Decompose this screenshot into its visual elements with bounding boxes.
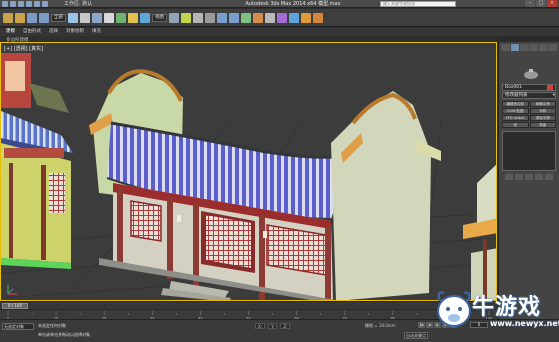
x-coordinate[interactable]: X: [255, 323, 266, 329]
modifier-buttons: 编辑多边形 网格平滑 UVW 贴图 对称 FFD 4x4x4 涡轮平滑 壳 弯曲 [502, 101, 556, 128]
object-color-swatch[interactable] [547, 85, 553, 90]
watermark-logo-icon [437, 291, 471, 327]
scale-icon[interactable] [140, 12, 150, 23]
viewport-label[interactable]: [+] [透视] [真实] [4, 45, 43, 52]
watermark-url: www.newyx.net [490, 319, 559, 328]
watermark-brand: 牛游戏 [472, 295, 542, 320]
make-unique-icon[interactable] [525, 174, 533, 180]
selection-filter-dropdown[interactable]: 全部 [51, 13, 66, 22]
reference-coordinate-dropdown[interactable]: 视图 [152, 13, 167, 22]
display-tab[interactable] [539, 44, 548, 51]
rotate-icon[interactable] [128, 12, 138, 23]
selection-status: 无选定对象 [2, 323, 34, 330]
tab-selection[interactable]: 选择 [49, 28, 58, 36]
quick-access-toolbar [2, 1, 48, 7]
app-menu-icon[interactable] [2, 1, 8, 7]
main-building [89, 69, 441, 300]
watermark: 牛游戏 www.newyx.net [432, 283, 559, 338]
material-editor-icon[interactable] [277, 12, 287, 23]
z-coordinate[interactable]: Z: [280, 323, 291, 329]
modifier-button[interactable]: 涡轮平滑 [529, 115, 556, 121]
title-bar: 工作区: 默认 Autodesk 3ds Max 2014 x64 模型.max… [0, 0, 559, 8]
perspective-viewport[interactable]: [+] [透视] [真实] [0, 42, 497, 301]
angle-snap-icon[interactable] [193, 12, 203, 23]
object-name-field[interactable]: Box001 [502, 84, 556, 91]
new-file-icon[interactable] [10, 1, 16, 7]
tab-populate[interactable]: 填充 [92, 28, 101, 36]
render-icon[interactable] [301, 12, 311, 23]
mirror-icon[interactable] [217, 12, 227, 23]
go-to-start-icon[interactable]: |◂ [418, 322, 425, 328]
chevron-down-icon: ▾ [552, 93, 555, 98]
modifier-button[interactable]: 网格平滑 [529, 101, 556, 107]
motion-tab[interactable] [529, 44, 538, 51]
left-building [1, 53, 73, 269]
close-button[interactable]: × [547, 0, 557, 7]
show-end-result-icon[interactable] [515, 174, 523, 180]
configure-sets-icon[interactable] [545, 174, 553, 180]
window-crossing-icon[interactable] [104, 12, 114, 23]
axis-gizmo-icon [7, 285, 17, 295]
layer-icon[interactable] [241, 12, 251, 23]
select-by-name-icon[interactable] [80, 12, 90, 23]
hierarchy-tab[interactable] [520, 44, 529, 51]
prompt-line-2: 单击或单击并拖动以选择对象 [38, 332, 90, 337]
ribbon-tabs: 建模 自由形式 选择 对象绘制 填充 [0, 28, 559, 37]
auto-key-button[interactable]: 自动关键点 [404, 332, 428, 339]
link-icon[interactable] [27, 12, 37, 23]
render-setup-icon[interactable] [289, 12, 299, 23]
right-building [463, 164, 496, 300]
open-file-icon[interactable] [18, 1, 24, 7]
curve-editor-icon[interactable] [253, 12, 263, 23]
command-panel-tabs [499, 42, 559, 53]
track-bar[interactable]: 0102030405060708090100 [0, 309, 497, 320]
region-select-icon[interactable] [92, 12, 102, 23]
schematic-view-icon[interactable] [265, 12, 275, 23]
create-tab[interactable] [501, 44, 510, 51]
maximize-button[interactable]: □ [536, 0, 546, 7]
move-icon[interactable] [116, 12, 126, 23]
undo-icon[interactable] [34, 1, 40, 7]
render-frame-icon[interactable] [313, 12, 323, 23]
unlink-icon[interactable] [39, 12, 49, 23]
percent-snap-icon[interactable] [205, 12, 215, 23]
modifier-stack[interactable] [502, 131, 556, 171]
redo-icon[interactable] [15, 12, 25, 23]
align-icon[interactable] [229, 12, 239, 23]
workspace-dropdown[interactable]: 工作区: 默认 [64, 0, 92, 8]
modify-tab[interactable] [510, 44, 519, 51]
coordinate-display: X: Y: Z: [255, 323, 291, 329]
save-icon[interactable] [26, 1, 32, 7]
undo-icon[interactable] [3, 12, 13, 23]
prompt-line-1: 未选定任何对象 [38, 323, 66, 328]
modifier-button[interactable]: UVW 贴图 [502, 108, 529, 114]
modifier-button[interactable]: FFD 4x4x4 [502, 115, 529, 121]
snap-icon[interactable] [181, 12, 191, 23]
y-coordinate[interactable]: Y: [268, 323, 278, 329]
grid-readout: 栅格 = 10.0mm [365, 323, 396, 328]
teapot-icon [524, 69, 538, 79]
time-slider[interactable]: 0 / 100 [0, 301, 497, 309]
modifier-button[interactable]: 编辑多边形 [502, 101, 529, 107]
window-title: Autodesk 3ds Max 2014 x64 模型.max [245, 1, 341, 7]
search-input[interactable]: 键入关键字或短语 [380, 1, 456, 7]
modifier-list-dropdown[interactable]: 修改器列表 ▾ [502, 92, 556, 99]
select-icon[interactable] [68, 12, 78, 23]
tab-object-paint[interactable]: 对象绘制 [66, 28, 84, 36]
utilities-tab[interactable] [548, 44, 557, 51]
tab-freeform[interactable]: 自由形式 [23, 28, 41, 36]
minimize-button[interactable]: – [525, 0, 535, 7]
redo-icon[interactable] [42, 1, 48, 7]
pin-stack-icon[interactable] [505, 174, 513, 180]
stack-buttons [502, 174, 556, 180]
main-toolbar: 全部 视图 [0, 9, 559, 27]
modifier-button[interactable]: 壳 [502, 122, 529, 128]
scene-render [1, 53, 496, 300]
modifier-button[interactable]: 对称 [529, 108, 556, 114]
modifier-button[interactable]: 弯曲 [529, 122, 556, 128]
window-controls: – □ × [525, 0, 557, 7]
pivot-icon[interactable] [169, 12, 179, 23]
remove-modifier-icon[interactable] [535, 174, 543, 180]
